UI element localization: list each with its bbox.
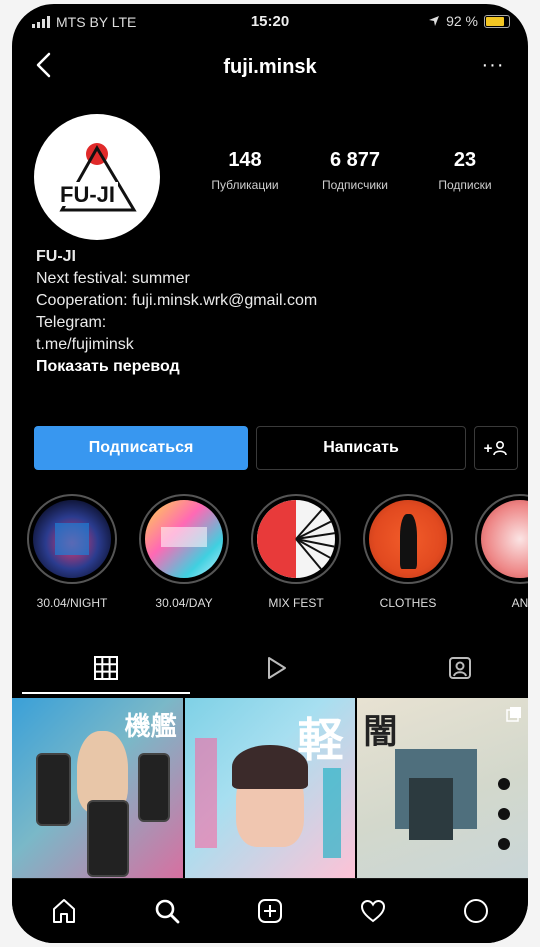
profile-stats: 148 Публикации 6 877 Подписчики 23 Подпи…: [190, 149, 520, 192]
highlight-ring: [27, 494, 117, 584]
phone-screen: MTS BY LTE 15:20 92 % fuji.minsk ··· FU-…: [12, 4, 528, 943]
highlight-ring: [251, 494, 341, 584]
location-arrow-icon: [429, 16, 440, 26]
bio-telegram-link[interactable]: t.me/fujiminsk: [36, 334, 506, 356]
profile-tabs: [12, 644, 528, 694]
highlight-clothes[interactable]: CLOTHES: [358, 494, 458, 610]
nav-search[interactable]: [149, 893, 185, 929]
highlight-cover: [369, 500, 447, 578]
highlight-day[interactable]: 30.04/DAY: [134, 494, 234, 610]
profile-bio: FU-JI Next festival: summer Cooperation:…: [36, 246, 506, 378]
post-caption-glyph: 軽: [297, 713, 344, 767]
battery-icon: [484, 14, 510, 28]
highlight-label: 30.04/NIGHT: [36, 596, 108, 610]
stat-following-label: Подписки: [438, 178, 492, 192]
stat-followers-label: Подписчики: [321, 178, 388, 192]
highlight-label: MIX FEST: [268, 596, 324, 610]
heart-icon: [361, 899, 386, 923]
nav-home[interactable]: [46, 893, 82, 929]
bio-line-festival: Next festival: summer: [36, 270, 190, 287]
status-bar: MTS BY LTE 15:20 92 %: [12, 4, 528, 40]
battery-percent: 92 %: [446, 13, 478, 29]
stat-following[interactable]: 23 Подписки: [410, 149, 520, 192]
highlight-cover: [481, 500, 528, 578]
stat-followers-value: 6 877: [329, 149, 381, 171]
multiple-photos-icon: [506, 707, 522, 722]
highlight-label: CLOTHES: [379, 596, 437, 610]
posts-grid: 機艦 軽 闇: [12, 698, 528, 880]
highlight-cover: [33, 500, 111, 578]
avatar-logo-text: FU-JI: [60, 182, 115, 207]
highlight-partial[interactable]: AN: [470, 494, 528, 610]
nav-new-post[interactable]: [252, 893, 288, 929]
home-icon: [52, 899, 75, 923]
stat-posts[interactable]: 148 Публикации: [190, 149, 300, 192]
bio-name: FU-JI: [36, 248, 76, 265]
stat-following-value: 23: [453, 149, 477, 171]
new-post-icon: [257, 899, 282, 923]
highlight-label: AN: [511, 596, 528, 610]
tab-posts-grid[interactable]: [86, 648, 126, 688]
post-caption-glyph: 闇: [363, 712, 398, 752]
nav-activity[interactable]: [355, 893, 391, 929]
sun-rays-graphic: [257, 500, 335, 578]
more-dots-icon[interactable]: ···: [478, 54, 508, 78]
highlight-ring: [139, 494, 229, 584]
status-right: 92 %: [428, 13, 510, 29]
post-caption-glyph: 機艦: [124, 712, 177, 742]
grid-icon: [94, 656, 118, 680]
tab-tagged[interactable]: [440, 648, 480, 688]
person-icon: [493, 440, 508, 456]
suggested-users-button[interactable]: +: [474, 426, 518, 470]
highlight-cover: [145, 500, 223, 578]
highlight-ring: [363, 494, 453, 584]
avatar[interactable]: FU-JI: [34, 114, 160, 240]
bio-line-cooperation: Cooperation: fuji.minsk.wrk@gmail.com: [36, 292, 318, 309]
profile-username: fuji.minsk: [223, 56, 317, 78]
stat-posts-label: Публикации: [211, 178, 279, 192]
profile-icon: [464, 899, 489, 923]
bottom-navigation: [12, 878, 528, 943]
tagged-person-icon: [449, 657, 471, 679]
message-button[interactable]: Написать: [256, 426, 466, 470]
add-person-plus: +: [483, 439, 493, 457]
follow-button[interactable]: Подписаться: [34, 426, 248, 470]
post-thumbnail[interactable]: 闇: [357, 698, 528, 880]
search-icon: [155, 899, 180, 924]
highlight-ring: [475, 494, 528, 584]
highlight-label: 30.04/DAY: [155, 596, 213, 610]
stat-followers[interactable]: 6 877 Подписчики: [300, 149, 410, 192]
stat-posts-value: 148: [228, 149, 262, 171]
highlight-night[interactable]: 30.04/NIGHT: [22, 494, 122, 610]
post-thumbnail[interactable]: 機艦: [12, 698, 183, 880]
show-translation-link[interactable]: Показать перевод: [36, 356, 506, 378]
bio-line-telegram: Telegram:: [36, 314, 107, 331]
post-thumbnail[interactable]: 軽: [184, 698, 356, 880]
active-tab-indicator: [22, 692, 190, 694]
profile-header: fuji.minsk ···: [12, 48, 528, 88]
highlight-cover: [257, 500, 335, 578]
reels-play-icon: [268, 657, 286, 679]
battery-fill: [486, 16, 504, 26]
tab-reels[interactable]: [256, 648, 296, 688]
fuji-logo: FU-JI: [56, 143, 137, 212]
highlight-mix-fest[interactable]: MIX FEST: [246, 494, 346, 610]
nav-profile[interactable]: [458, 893, 494, 929]
